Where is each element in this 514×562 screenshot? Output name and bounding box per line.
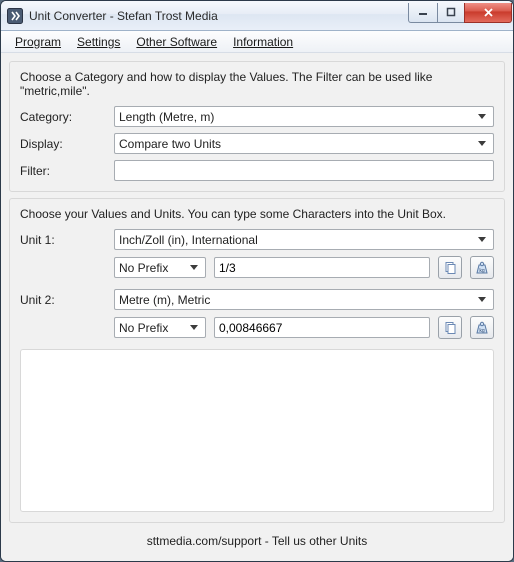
category-group: Choose a Category and how to display the… — [9, 61, 505, 192]
window-title: Unit Converter - Stefan Trost Media — [29, 9, 409, 23]
close-button[interactable] — [464, 3, 512, 23]
menu-information[interactable]: Information — [225, 33, 301, 51]
footer-link[interactable]: sttmedia.com/support - Tell us other Uni… — [147, 534, 368, 548]
minimize-button[interactable] — [408, 3, 438, 23]
category-select[interactable]: Length (Metre, m) — [114, 106, 494, 127]
maximize-button[interactable] — [437, 3, 465, 23]
window-controls — [409, 3, 512, 23]
values-group: Choose your Values and Units. You can ty… — [9, 198, 505, 523]
unit2-copy-button[interactable] — [438, 316, 462, 339]
unit1-kg-button[interactable]: kg — [470, 256, 494, 279]
chevron-down-icon — [187, 325, 201, 331]
chevron-down-icon — [187, 265, 201, 271]
category-label: Category: — [20, 110, 106, 124]
menubar: Program Settings Other Software Informat… — [1, 31, 513, 53]
unit2-label: Unit 2: — [20, 293, 106, 307]
unit2-value-field[interactable] — [219, 318, 425, 337]
unit1-copy-button[interactable] — [438, 256, 462, 279]
weight-icon: kg — [474, 261, 490, 275]
unit1-unit-select[interactable]: Inch/Zoll (in), International — [114, 229, 494, 250]
titlebar: Unit Converter - Stefan Trost Media — [1, 1, 513, 31]
svg-text:kg: kg — [479, 328, 485, 334]
unit2-block: Unit 2: Metre (m), Metric No Prefix — [20, 289, 494, 339]
menu-program[interactable]: Program — [7, 33, 69, 51]
copy-icon — [443, 261, 457, 275]
unit2-unit-select[interactable]: Metre (m), Metric — [114, 289, 494, 310]
display-value: Compare two Units — [119, 137, 475, 151]
filter-input[interactable] — [114, 160, 494, 181]
client-area: Choose a Category and how to display the… — [1, 53, 513, 561]
unit1-prefix-value: No Prefix — [119, 261, 187, 275]
chevron-down-icon — [475, 114, 489, 120]
copy-icon — [443, 321, 457, 335]
unit1-label: Unit 1: — [20, 233, 106, 247]
display-label: Display: — [20, 137, 106, 151]
unit1-prefix-select[interactable]: No Prefix — [114, 257, 206, 278]
unit1-unit-value: Inch/Zoll (in), International — [119, 233, 475, 247]
unit2-prefix-select[interactable]: No Prefix — [114, 317, 206, 338]
unit1-value-field[interactable] — [219, 258, 425, 277]
chevron-down-icon — [475, 237, 489, 243]
unit2-value-input[interactable] — [214, 317, 430, 338]
app-window: Unit Converter - Stefan Trost Media Prog… — [0, 0, 514, 562]
weight-icon: kg — [474, 321, 490, 335]
unit1-block: Unit 1: Inch/Zoll (in), International No… — [20, 229, 494, 279]
unit2-prefix-value: No Prefix — [119, 321, 187, 335]
chevron-down-icon — [475, 297, 489, 303]
app-icon — [7, 8, 23, 24]
filter-field[interactable] — [119, 161, 489, 180]
menu-settings[interactable]: Settings — [69, 33, 128, 51]
unit2-kg-button[interactable]: kg — [470, 316, 494, 339]
unit2-unit-value: Metre (m), Metric — [119, 293, 475, 307]
unit1-value-input[interactable] — [214, 257, 430, 278]
category-value: Length (Metre, m) — [119, 110, 475, 124]
svg-text:kg: kg — [479, 268, 485, 274]
results-area — [20, 349, 494, 512]
menu-other-software[interactable]: Other Software — [128, 33, 225, 51]
display-select[interactable]: Compare two Units — [114, 133, 494, 154]
filter-label: Filter: — [20, 164, 106, 178]
chevron-down-icon — [475, 141, 489, 147]
values-hint: Choose your Values and Units. You can ty… — [20, 207, 494, 221]
footer: sttmedia.com/support - Tell us other Uni… — [9, 529, 505, 553]
category-hint: Choose a Category and how to display the… — [20, 70, 494, 98]
